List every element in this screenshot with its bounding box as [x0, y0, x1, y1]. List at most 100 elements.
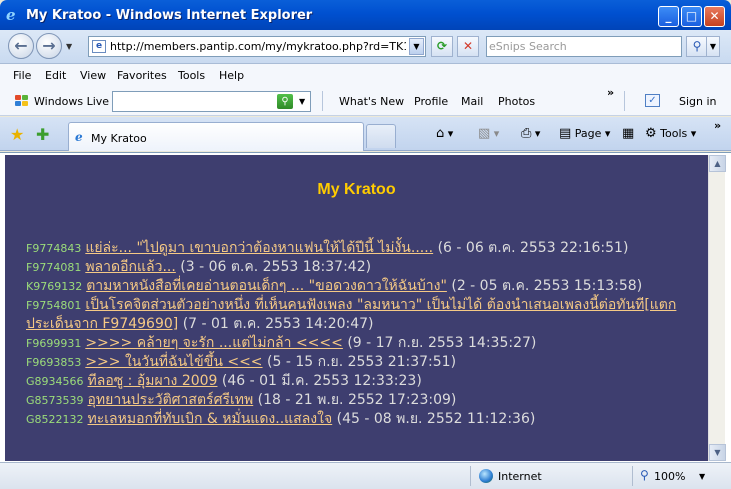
checkmark-icon: ✓ [645, 94, 660, 107]
print-button[interactable]: ⎙ ▾ [521, 126, 540, 141]
zoom-level[interactable]: 100% [654, 470, 685, 483]
kratoo-row: F9774843 แย่ล่ะ... "ไปดูมา เขาบอกว่าต้องห… [26, 239, 696, 258]
tools-gear-icon: ⚙ [645, 126, 657, 141]
address-toolbar: ← → ▼ e http://members.pantip.com/my/myk… [0, 30, 731, 64]
kratoo-id: G8522132 [26, 413, 84, 426]
window-title: My Kratoo - Windows Internet Explorer [26, 8, 313, 23]
kratoo-meta: (6 - 06 ต.ค. 2553 22:16:51) [437, 240, 629, 256]
security-zone-label[interactable]: Internet [498, 470, 542, 483]
kratoo-link[interactable]: ตามหาหนังสือที่เคยอ่านตอนเด็กๆ ... "ขอดว… [86, 278, 447, 294]
address-field[interactable]: e http://members.pantip.com/my/mykratoo.… [88, 36, 426, 57]
menu-tools[interactable]: Tools [178, 69, 205, 82]
link-profile[interactable]: Profile [414, 95, 448, 108]
page-favicon-icon: e [92, 40, 106, 53]
page-icon: ▤ [559, 126, 572, 141]
home-button[interactable]: ⌂ ▾ [436, 126, 453, 141]
menu-edit[interactable]: Edit [45, 69, 66, 82]
kratoo-meta: (45 - 08 พ.ย. 2552 11:12:36) [336, 411, 536, 427]
add-favorites-icon[interactable]: ✚ [36, 125, 49, 144]
menu-file[interactable]: File [13, 69, 31, 82]
kratoo-row: K9769132 ตามหาหนังสือที่เคยอ่านตอนเด็กๆ .… [26, 277, 696, 296]
search-button[interactable]: ⚲ [686, 36, 708, 57]
kratoo-link[interactable]: >>>> คล้ายๆ จะรัก ...แต่ไม่กล้า <<<< [85, 335, 343, 351]
scroll-up-arrow[interactable]: ▲ [709, 155, 726, 172]
live-search-dropdown[interactable]: ▼ [299, 97, 305, 106]
kratoo-id: F9699931 [26, 337, 82, 350]
kratoo-meta: (9 - 17 ก.ย. 2553 14:35:27) [347, 335, 537, 351]
recent-pages-dropdown[interactable]: ▼ [66, 42, 72, 51]
page-viewport: My Kratoo F9774843 แย่ล่ะ... "ไปดูมา เขาบ… [5, 155, 708, 461]
windows-live-search-field[interactable]: ⚲ ▼ [112, 91, 311, 112]
tab-my-kratoo[interactable]: e My Kratoo [68, 122, 364, 151]
home-icon: ⌂ [436, 126, 445, 141]
menu-bar: File Edit View Favorites Tools Help [0, 64, 731, 86]
menu-view[interactable]: View [80, 69, 106, 82]
forward-button[interactable]: → [36, 33, 62, 59]
tools-menu-button[interactable]: ⚙ Tools ▾ [645, 126, 696, 141]
zoom-dropdown[interactable]: ▼ [699, 472, 705, 481]
address-url[interactable]: http://members.pantip.com/my/mykratoo.ph… [110, 40, 406, 53]
kratoo-meta: (7 - 01 ต.ค. 2553 14:20:47) [182, 316, 374, 332]
vertical-scrollbar[interactable]: ▲ ▼ [708, 155, 726, 461]
link-photos[interactable]: Photos [498, 95, 535, 108]
close-button[interactable]: ✕ [704, 6, 725, 27]
windows-live-toolbar: Windows Live ⚲ ▼ What's New Profile Mail… [0, 86, 731, 116]
refresh-button[interactable]: ⟳ [431, 36, 453, 57]
kratoo-meta: (3 - 06 ต.ค. 2553 18:37:42) [180, 259, 372, 275]
page-menu-label: Page [574, 127, 602, 140]
forward-icon: → [42, 36, 56, 55]
back-button[interactable]: ← [8, 33, 34, 59]
kratoo-link[interactable]: อุทยานประวัติศาสตร์ศรีเทพ [88, 392, 254, 408]
research-icon: ▦ [622, 126, 635, 141]
link-mail[interactable]: Mail [461, 95, 483, 108]
search-box[interactable] [486, 36, 682, 57]
page-title: My Kratoo [317, 181, 396, 198]
print-icon: ⎙ [521, 126, 532, 141]
refresh-icon: ⟳ [436, 39, 448, 53]
globe-icon [479, 469, 493, 483]
sign-in-link[interactable]: Sign in [679, 95, 717, 108]
tab-label: My Kratoo [91, 132, 147, 145]
research-button[interactable]: ▦ [622, 126, 634, 141]
windows-live-logo-icon [15, 95, 29, 107]
address-dropdown[interactable]: ▼ [409, 38, 424, 55]
zoom-icon[interactable]: ⚲ [640, 468, 649, 482]
search-icon: ⚲ [692, 39, 702, 53]
new-tab-button[interactable] [366, 124, 396, 148]
kratoo-row: G8573539 อุทยานประวัติศาสตร์ศรีเทพ (18 - … [26, 391, 696, 410]
kratoo-link[interactable]: ทะเลหมอกที่ทับเบิก & หมั่นแดง..แสลงใจ [88, 411, 333, 427]
scroll-down-arrow[interactable]: ▼ [709, 444, 726, 461]
feeds-button[interactable]: ▧ ▾ [478, 126, 499, 141]
menu-favorites[interactable]: Favorites [117, 69, 167, 82]
kratoo-id: G8573539 [26, 394, 84, 407]
kratoo-meta: (46 - 01 มี.ค. 2553 12:33:23) [221, 373, 422, 389]
ie-logo-icon: e [6, 6, 16, 24]
stop-button[interactable]: ✕ [457, 36, 479, 57]
kratoo-link[interactable]: พลาดอีกแล้ว... [85, 259, 175, 275]
minimize-button[interactable]: _ [658, 6, 679, 27]
kratoo-row: F9693853 >>> ในวันที่ฉันไข้ขึ้น <<< (5 - … [26, 353, 696, 372]
back-icon: ← [14, 36, 28, 55]
link-whats-new[interactable]: What's New [339, 95, 404, 108]
content-frame: My Kratoo F9774843 แย่ล่ะ... "ไปดูมา เขาบ… [0, 152, 731, 462]
menu-help[interactable]: Help [219, 69, 244, 82]
page-menu-button[interactable]: ▤ Page ▾ [559, 126, 610, 141]
windows-live-brand[interactable]: Windows Live [34, 95, 109, 108]
toolbar-separator [624, 91, 625, 111]
kratoo-row: F9774081 พลาดอีกแล้ว... (3 - 06 ต.ค. 2553… [26, 258, 696, 277]
favorites-star-icon[interactable]: ★ [10, 125, 24, 144]
kratoo-row: G8522132 ทะเลหมอกที่ทับเบิก & หมั่นแดง..แ… [26, 410, 696, 429]
kratoo-meta: (2 - 05 ต.ค. 2553 15:13:58) [451, 278, 643, 294]
kratoo-link[interactable]: >>> ในวันที่ฉันไข้ขึ้น <<< [85, 354, 262, 370]
kratoo-row: F9699931 >>>> คล้ายๆ จะรัก ...แต่ไม่กล้า … [26, 334, 696, 353]
maximize-button[interactable]: □ [681, 6, 702, 27]
kratoo-link[interactable]: ทีลอซู : อุ้มผาง 2009 [88, 373, 218, 389]
search-options-dropdown[interactable]: ▼ [706, 36, 720, 57]
links-more-chevron[interactable]: » [607, 86, 614, 99]
search-input[interactable] [489, 39, 677, 54]
live-search-go-icon[interactable]: ⚲ [277, 94, 293, 109]
kratoo-link[interactable]: แย่ล่ะ... "ไปดูมา เขาบอกว่าต้องหาแฟนให้ไ… [85, 240, 433, 256]
command-more-chevron[interactable]: » [714, 119, 721, 132]
kratoo-list: F9774843 แย่ล่ะ... "ไปดูมา เขาบอกว่าต้องห… [26, 239, 696, 429]
kratoo-id: F9774843 [26, 242, 82, 255]
